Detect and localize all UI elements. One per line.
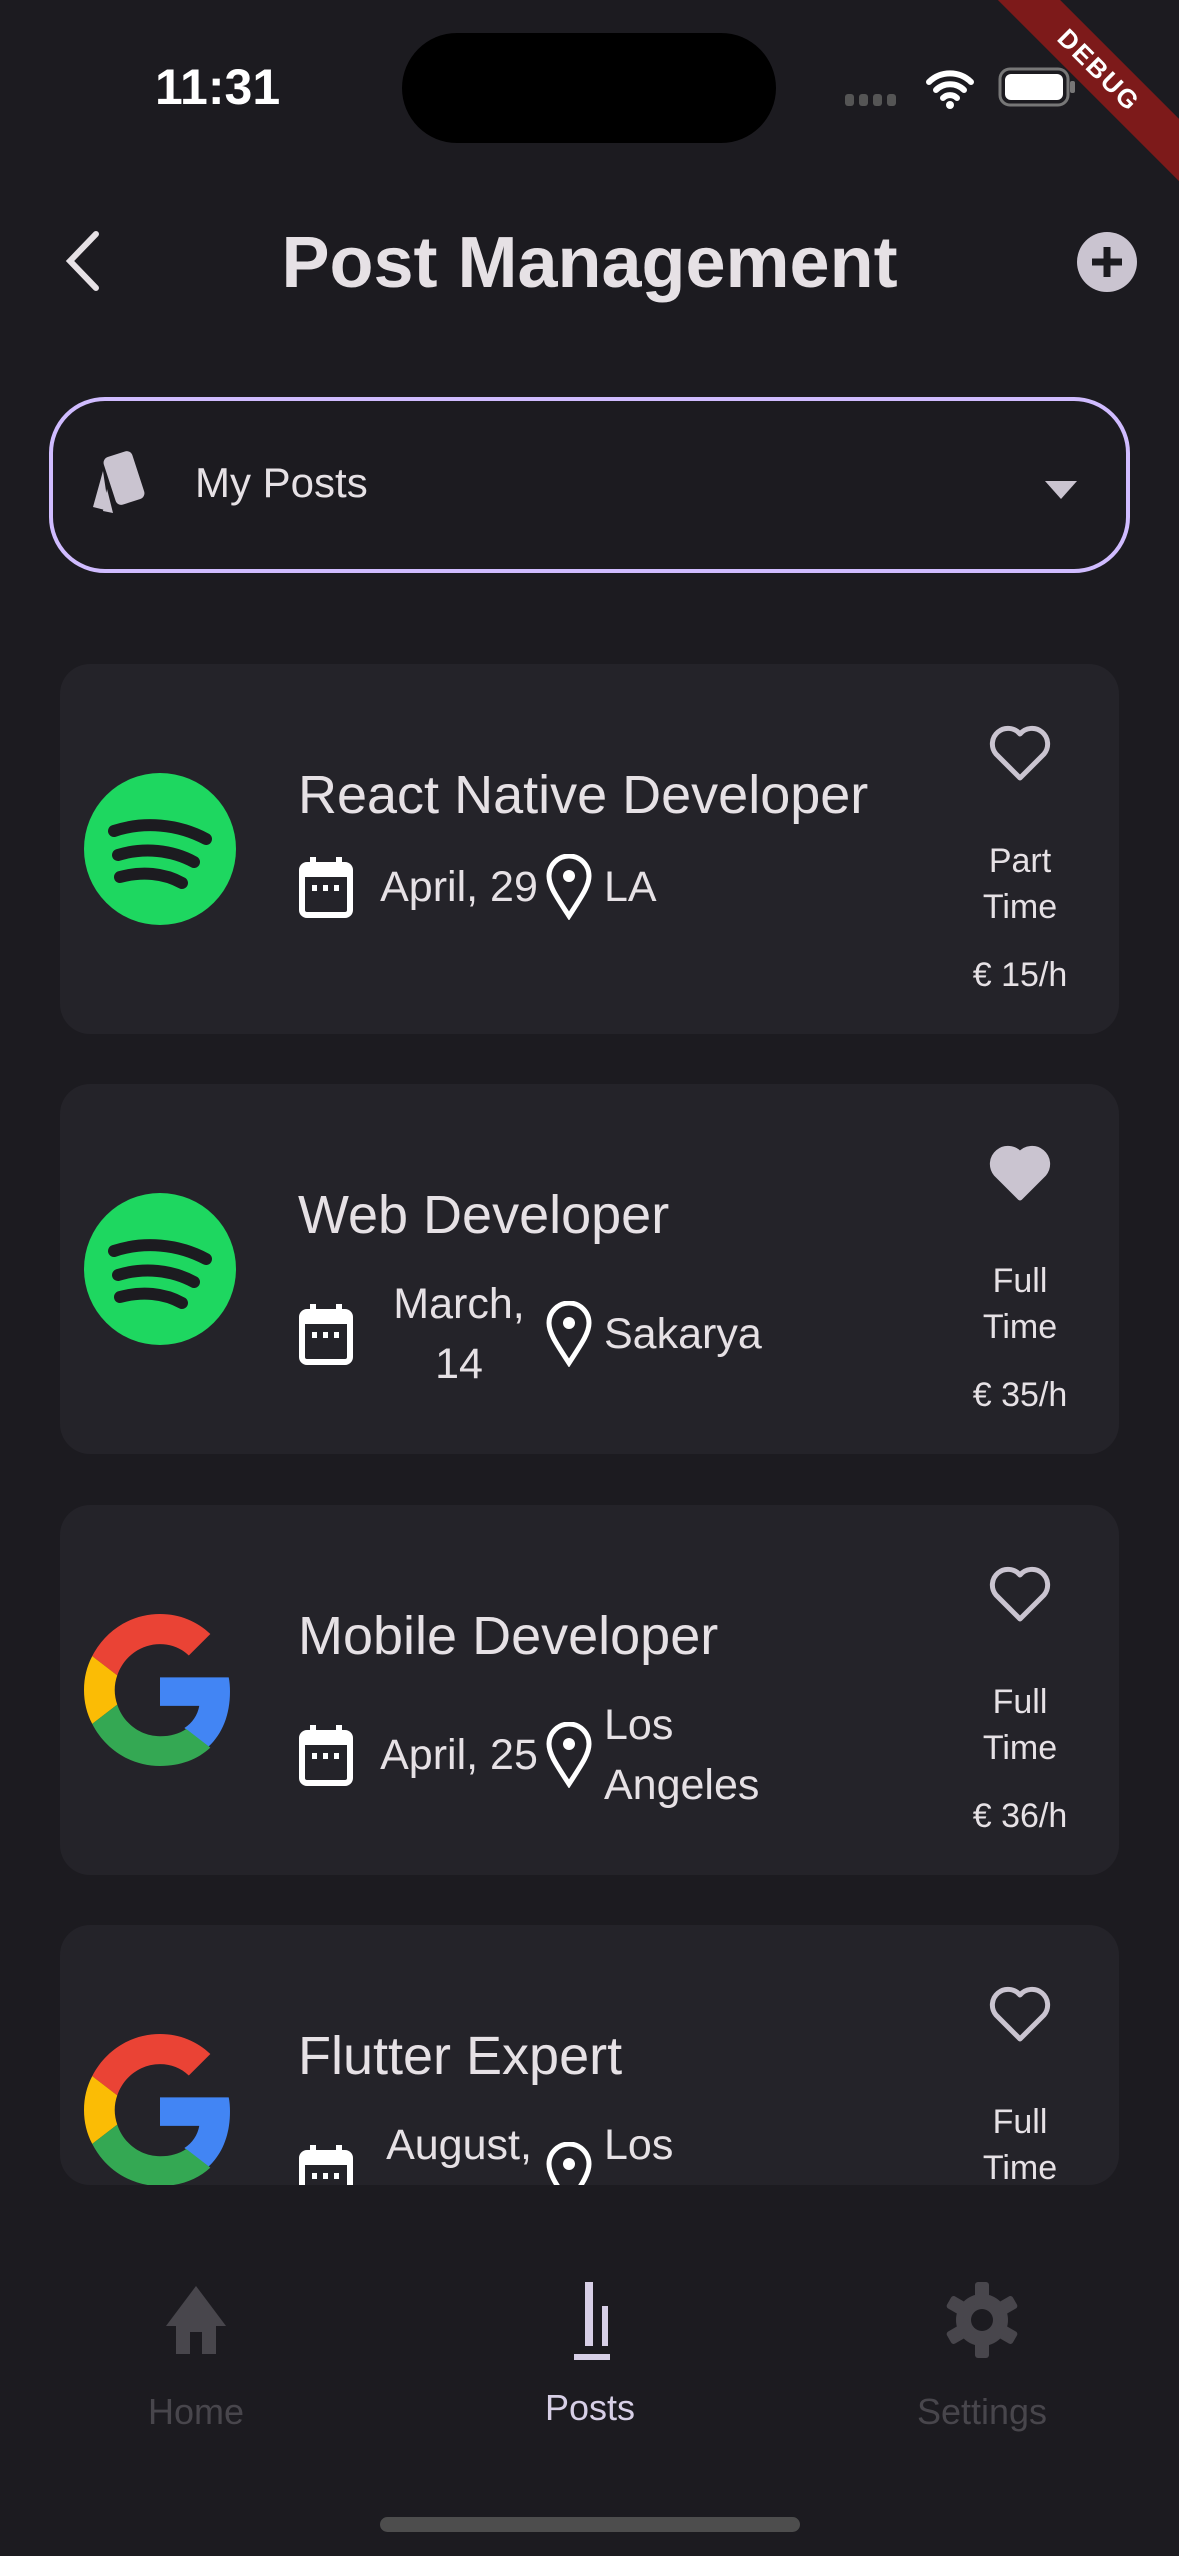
cards-icon [93,451,145,513]
post-date: March, 14 [393,1280,525,1388]
post-title: React Native Developer [298,765,869,825]
company-logo [84,1614,236,1766]
post-card[interactable]: React Native Developer April, 29 LA Part… [60,664,1119,1034]
dynamic-island [402,33,776,143]
job-type-line1: Full [992,1683,1048,1721]
job-type-line1: Full [992,1262,1048,1300]
page-title: Post Management [281,223,898,303]
dropdown-arrow-icon [1045,481,1077,499]
home-indicator [380,2517,800,2532]
post-card[interactable]: Mobile Developer April, 25 Los Angeles F… [60,1505,1119,1875]
job-type-line2: Time [982,1729,1058,1767]
location-pin-icon [546,2142,592,2185]
hourly-rate: € 15/h [972,956,1068,994]
dropdown-selected: My Posts [195,459,368,506]
company-logo [84,773,236,925]
nav-posts-label: Posts [544,2387,636,2428]
bar-chart-icon [574,2282,610,2361]
company-logo [84,1193,236,1345]
signal-icon [845,94,896,106]
status-time: 11:31 [155,59,281,115]
favorite-heart-icon[interactable] [988,724,1052,784]
post-location: LA [604,863,657,911]
calendar-icon [299,1725,353,1786]
job-type-line1: Part [988,842,1052,880]
post-filter-dropdown[interactable]: My Posts [49,397,1130,573]
post-title: Flutter Expert [298,2026,623,2086]
location-pin-icon [546,854,592,920]
nav-posts[interactable]: Posts [440,2280,740,2429]
post-date: April, 29 [380,863,538,911]
hourly-rate: € 35/h [972,1376,1068,1414]
post-location: Los Angeles [604,1701,760,1809]
job-type-line2: Time [982,888,1058,926]
add-post-button[interactable] [1076,231,1138,293]
nav-home[interactable]: Home [46,2280,346,2433]
calendar-icon [299,857,353,918]
favorite-heart-icon[interactable] [988,1144,1052,1204]
gear-icon [946,2282,1018,2358]
post-title: Mobile Developer [298,1606,719,1666]
post-location: Los Angeles [604,2121,759,2185]
wifi-icon [926,70,974,109]
post-title: Web Developer [298,1185,670,1245]
location-pin-icon [546,1722,592,1788]
calendar-icon [299,2145,353,2185]
nav-home-label: Home [147,2391,245,2432]
post-card[interactable]: Web Developer March, 14 Sakarya Full Tim… [60,1084,1119,1454]
post-date: August, 5 [386,2121,532,2185]
post-card[interactable]: Flutter Expert August, 5 Los Angeles Ful… [60,1925,1119,2185]
post-date: April, 25 [380,1731,538,1779]
job-type-line1: Full [992,2103,1048,2141]
job-type-line2: Time [982,1308,1058,1346]
calendar-icon [299,1304,353,1365]
favorite-heart-icon[interactable] [988,1565,1052,1625]
nav-settings[interactable]: Settings [832,2280,1132,2433]
home-icon [166,2286,226,2354]
company-logo [84,2034,236,2185]
post-location: Sakarya [604,1310,762,1358]
hourly-rate: € 36/h [972,1797,1068,1835]
job-type-line2: Time [982,2149,1058,2185]
favorite-heart-icon[interactable] [988,1985,1052,2045]
battery-icon [998,67,1075,107]
location-pin-icon [546,1301,592,1367]
nav-settings-label: Settings [916,2391,1048,2432]
